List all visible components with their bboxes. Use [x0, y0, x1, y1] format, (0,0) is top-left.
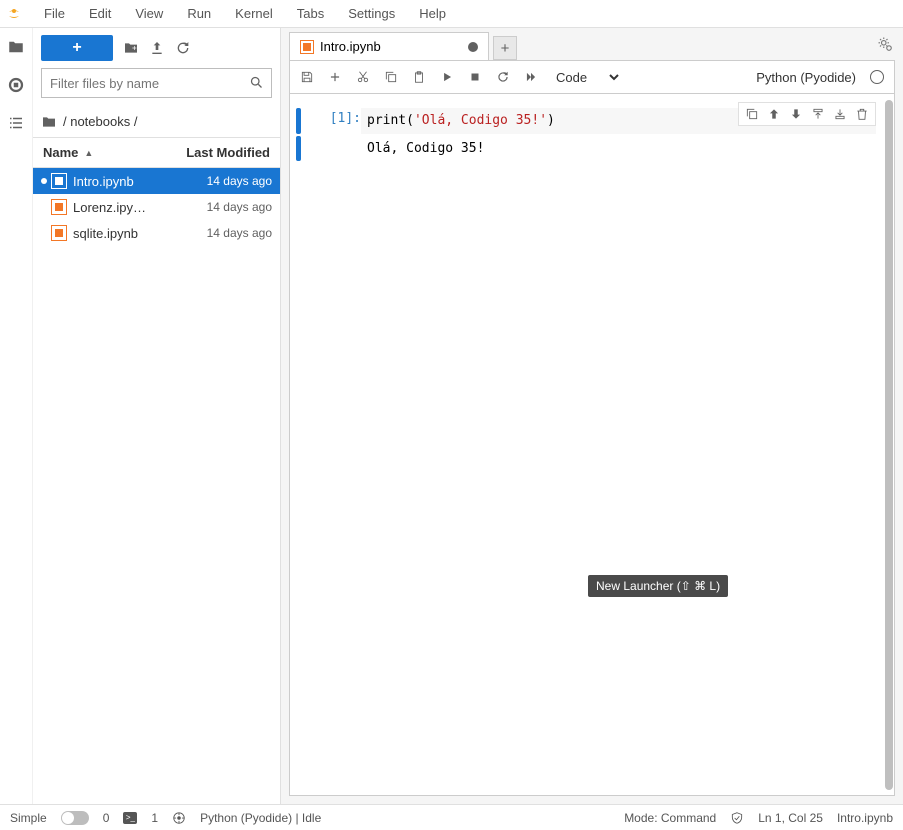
breadcrumb[interactable]: / notebooks / [33, 106, 280, 138]
kernel-name[interactable]: Python (Pyodide) [756, 70, 856, 85]
menu-file[interactable]: File [38, 4, 71, 23]
file-row[interactable]: sqlite.ipynb 14 days ago [33, 220, 280, 246]
cell-actions [738, 102, 876, 126]
code-cell[interactable]: [1]: print('Olá, Codigo 35!') [296, 108, 876, 134]
scrollbar-vertical[interactable] [885, 100, 893, 790]
notebook-icon [51, 199, 67, 215]
menu-settings[interactable]: Settings [342, 4, 401, 23]
cell-prompt: [1]: [311, 108, 361, 126]
terminal-icon[interactable]: >_ [123, 812, 137, 824]
upload-icon[interactable] [149, 40, 165, 56]
notebook-icon [51, 225, 67, 241]
file-modified: 14 days ago [207, 226, 272, 240]
breadcrumb-path: / notebooks / [63, 114, 137, 129]
settings-icon[interactable] [877, 36, 895, 54]
tab-intro[interactable]: Intro.ipynb [289, 32, 489, 60]
cell-input[interactable]: print('Olá, Codigo 35!') [361, 108, 876, 134]
paste-icon[interactable] [412, 70, 426, 84]
cell-select-bar [296, 136, 301, 162]
restart-icon[interactable] [496, 70, 510, 84]
stop-icon[interactable] [468, 70, 482, 84]
menu-edit[interactable]: Edit [83, 4, 117, 23]
editor-mode[interactable]: Mode: Command [624, 811, 716, 825]
add-tab-button[interactable]: + [493, 36, 517, 60]
save-icon[interactable] [300, 70, 314, 84]
move-up-icon[interactable] [767, 107, 781, 121]
folder-icon [41, 114, 57, 130]
tab-title: Intro.ipynb [320, 39, 462, 54]
menu-tabs[interactable]: Tabs [291, 4, 330, 23]
menu-kernel[interactable]: Kernel [229, 4, 279, 23]
file-name: sqlite.ipynb [73, 226, 207, 241]
jupyter-logo [6, 6, 22, 22]
terminals-count[interactable]: 1 [151, 811, 158, 825]
work-area: Intro.ipynb + Code Python (Pyodide) [1 [281, 28, 903, 804]
file-list: Intro.ipynb 14 days ago Lorenz.ipy… 14 d… [33, 168, 280, 804]
simple-mode-label: Simple [10, 811, 47, 825]
cut-icon[interactable] [356, 70, 370, 84]
insert-above-icon[interactable] [811, 107, 825, 121]
dirty-indicator [468, 42, 478, 52]
menubar: File Edit View Run Kernel Tabs Settings … [0, 0, 903, 28]
insert-below-icon[interactable] [833, 107, 847, 121]
cell-select-bar [296, 108, 301, 134]
file-name: Lorenz.ipy… [73, 200, 207, 215]
new-launcher-button[interactable]: + [41, 35, 113, 61]
kernel-indicator[interactable] [870, 70, 884, 84]
search-icon [249, 75, 264, 90]
dirty-indicator [41, 178, 47, 184]
file-modified: 14 days ago [207, 200, 272, 214]
file-browser: + / notebooks / Name ▲ Last Modified Int… [33, 28, 281, 804]
simple-mode-toggle[interactable] [61, 811, 89, 825]
code-token: print [367, 113, 406, 128]
file-row[interactable]: Lorenz.ipy… 14 days ago [33, 194, 280, 220]
file-list-header: Name ▲ Last Modified [33, 138, 280, 168]
cursor-position[interactable]: Ln 1, Col 25 [758, 811, 823, 825]
folder-icon[interactable] [7, 38, 25, 56]
menu-run[interactable]: Run [181, 4, 217, 23]
kernel-status[interactable]: Python (Pyodide) | Idle [200, 811, 321, 825]
restart-run-all-icon[interactable] [524, 70, 538, 84]
notebook-icon [300, 40, 314, 54]
running-icon[interactable] [7, 76, 25, 94]
cell-type-select[interactable]: Code [552, 69, 622, 86]
refresh-icon[interactable] [175, 40, 191, 56]
notebook-panel[interactable]: [1]: print('Olá, Codigo 35!') . O [289, 94, 895, 796]
cell-output: Olá, Codigo 35! [361, 136, 876, 162]
activity-bar [0, 28, 33, 804]
delete-icon[interactable] [855, 107, 869, 121]
code-token: ( [406, 113, 414, 128]
duplicate-icon[interactable] [745, 107, 759, 121]
code-token: 'Olá, Codigo 35!' [414, 113, 547, 128]
toc-icon[interactable] [7, 114, 25, 132]
file-name: Intro.ipynb [73, 174, 207, 189]
menu-help[interactable]: Help [413, 4, 452, 23]
tooltip: New Launcher (⇧ ⌘ L) [588, 575, 728, 597]
active-file[interactable]: Intro.ipynb [837, 811, 893, 825]
sort-caret-icon: ▲ [84, 148, 93, 158]
col-name[interactable]: Name ▲ [43, 145, 186, 160]
file-filter [41, 68, 272, 98]
notebook-toolbar: Code Python (Pyodide) [289, 60, 895, 94]
run-icon[interactable] [440, 70, 454, 84]
trust-icon[interactable] [730, 811, 744, 825]
output-cell: . Olá, Codigo 35! [296, 136, 876, 162]
notebook-icon [51, 173, 67, 189]
open-tabs-count[interactable]: 0 [103, 811, 110, 825]
tab-bar: Intro.ipynb + [281, 28, 903, 60]
file-modified: 14 days ago [207, 174, 272, 188]
add-cell-icon[interactable] [328, 70, 342, 84]
new-folder-icon[interactable] [123, 40, 139, 56]
file-row[interactable]: Intro.ipynb 14 days ago [33, 168, 280, 194]
move-down-icon[interactable] [789, 107, 803, 121]
status-bar: Simple 0 >_ 1 Python (Pyodide) | Idle Mo… [0, 804, 903, 830]
sidebar-toolbar: + [33, 28, 280, 68]
filter-input[interactable] [41, 68, 272, 98]
code-token: ) [547, 113, 555, 128]
menu-view[interactable]: View [129, 4, 169, 23]
copy-icon[interactable] [384, 70, 398, 84]
col-modified[interactable]: Last Modified [186, 145, 270, 160]
lsp-icon[interactable] [172, 811, 186, 825]
